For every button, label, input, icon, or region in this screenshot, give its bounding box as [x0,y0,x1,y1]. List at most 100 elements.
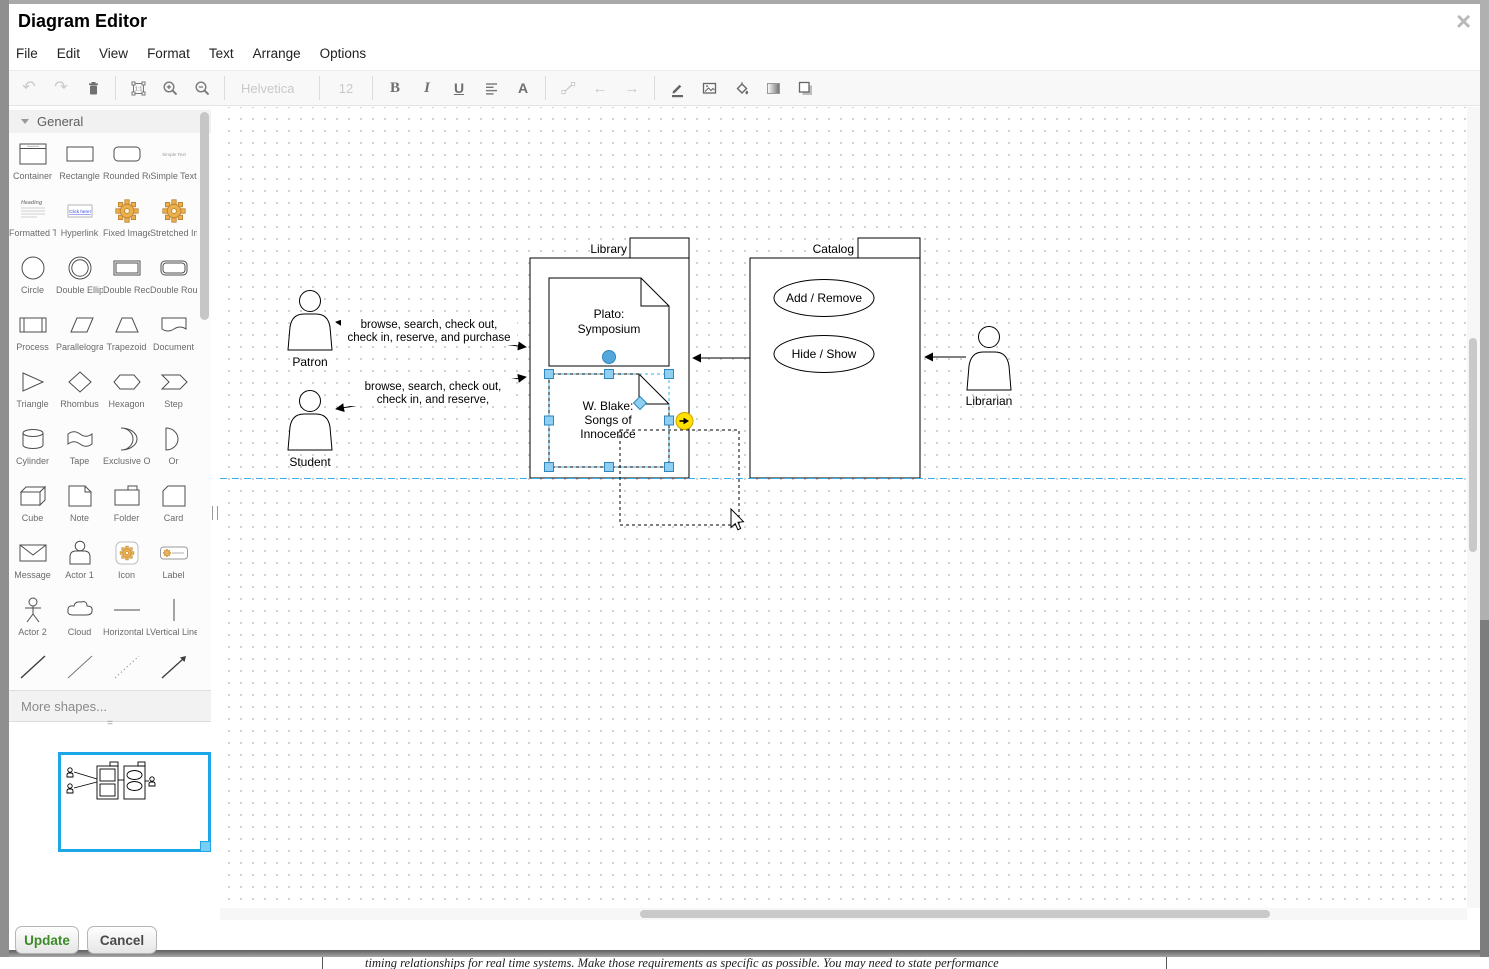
shape-fixed-image[interactable]: Fixed Image [103,190,150,247]
menu-format[interactable]: Format [147,46,190,61]
font-family-select[interactable]: Helvetica [237,77,307,99]
menu-file[interactable]: File [16,46,38,61]
shape-card[interactable]: Card [150,475,197,532]
gradient-button[interactable] [763,77,783,99]
connection-button[interactable] [558,77,578,99]
actor-patron[interactable]: Patron [288,291,332,370]
menu-text[interactable]: Text [209,46,234,61]
shape-label[interactable]: Label [150,532,197,589]
shape-formatted-text[interactable]: HeadingFormatted Text [9,190,56,247]
shape-circle[interactable]: Circle [9,247,56,304]
font-size-select[interactable]: 12 [332,77,360,99]
line-color-button[interactable] [667,77,687,99]
shape-cube[interactable]: Cube [9,475,56,532]
fill-color-button[interactable] [731,77,751,99]
outline-viewport[interactable] [60,754,210,851]
shape-tape[interactable]: Tape [56,418,103,475]
canvas-vscrollbar-thumb[interactable] [1469,338,1477,552]
shape-rhombus[interactable]: Rhombus [56,361,103,418]
canvas-hscrollbar-thumb[interactable] [640,910,1270,918]
shadow-button[interactable] [795,77,815,99]
shape-label: Double Ellipse [56,285,103,295]
section-header-general[interactable]: General [9,110,211,133]
shape-rectangle[interactable]: Rectangle [56,133,103,190]
shape-message[interactable]: Message [9,532,56,589]
shape-note[interactable]: Note [56,475,103,532]
shape-label: Rhombus [56,399,103,409]
trapezoid-icon [103,310,150,340]
connection-point-dot[interactable] [603,351,616,364]
edge-student-label[interactable]: browse, search, check out, check in, and… [350,379,516,406]
fit-page-button[interactable]: 1:1 [128,77,148,99]
zoom-in-button[interactable] [160,77,180,99]
shape-stretched-image[interactable]: Stretched Image [150,190,197,247]
shape-process[interactable]: Process [9,304,56,361]
cube-icon [9,481,56,511]
underline-button[interactable]: U [449,77,469,99]
shape-rounded-rectangle[interactable]: Rounded Rectangle [103,133,150,190]
directional-arrow-button[interactable] [676,413,693,430]
shape-icon[interactable]: Icon [103,532,150,589]
shape-horizontal-line[interactable]: Horizontal Line [103,589,150,646]
menu-view[interactable]: View [99,46,128,61]
cancel-button[interactable]: Cancel [87,926,157,954]
menu-edit[interactable]: Edit [57,46,80,61]
shape-arrow-line[interactable] [150,646,197,690]
delete-button[interactable] [83,77,103,99]
usecase-add-remove[interactable]: Add / Remove [774,280,874,317]
message-icon [9,538,56,568]
bold-button[interactable]: B [385,77,405,99]
shape-exclusive-or[interactable]: Exclusive Or [103,418,150,475]
actor-student[interactable]: Student [288,391,332,470]
svg-text:check in, and reserve,: check in, and reserve, [377,394,490,406]
shape-folder[interactable]: Folder [103,475,150,532]
outline-resize-handle[interactable] [201,842,211,852]
shape-triangle[interactable]: Triangle [9,361,56,418]
shape-or[interactable]: Or [150,418,197,475]
note-plato-symposium[interactable]: Plato: Symposium [549,278,669,366]
hyperlink-icon: Click here! [56,196,103,226]
shape-simple-text[interactable]: Simple TextSimple Text [150,133,197,190]
redo-button[interactable]: ↷ [51,77,71,99]
menu-arrange[interactable]: Arrange [253,46,301,61]
sidebar-scrollbar-thumb[interactable] [200,112,209,320]
font-color-button[interactable]: A [513,77,533,99]
shape-line-dotted[interactable] [103,646,150,690]
actor-patron-label: Patron [292,355,327,369]
shape-step[interactable]: Step [150,361,197,418]
shape-vertical-line[interactable]: Vertical Line [150,589,197,646]
edge-patron-label[interactable]: browse, search, check out, check in, res… [341,317,517,345]
note-icon [56,481,103,511]
shape-cloud[interactable]: Cloud [56,589,103,646]
shape-container[interactable]: Container [9,133,56,190]
update-button[interactable]: Update [15,926,79,954]
italic-button[interactable]: I [417,77,437,99]
shape-double-rectangle[interactable]: Double Rectangle [103,247,150,304]
align-button[interactable] [481,77,501,99]
shape-hyperlink[interactable]: Click here!Hyperlink [56,190,103,247]
shape-double-ellipse[interactable]: Double Ellipse [56,247,103,304]
menu-options[interactable]: Options [320,46,367,61]
shape-double-rounded[interactable]: Double Rounded [150,247,197,304]
note-w-blake[interactable]: W. Blake: Songs of Innocence [549,374,669,467]
undo-button[interactable]: ↶ [19,77,39,99]
shape-line[interactable] [9,646,56,690]
shape-actor-1[interactable]: Actor 1 [56,532,103,589]
shape-trapezoid[interactable]: Trapezoid [103,304,150,361]
zoom-out-button[interactable] [192,77,212,99]
arrow-right-button[interactable]: → [622,77,642,99]
image-button[interactable] [699,77,719,99]
shape-cylinder[interactable]: Cylinder [9,418,56,475]
usecase-hide-show[interactable]: Hide / Show [774,336,874,373]
shape-line-thin[interactable] [56,646,103,690]
close-icon[interactable]: × [1456,6,1471,37]
shape-document[interactable]: Document [150,304,197,361]
arrow-left-button[interactable]: ← [590,77,610,99]
or-icon [150,424,197,454]
shape-hexagon[interactable]: Hexagon [103,361,150,418]
shape-parallelogram[interactable]: Parallelogram [56,304,103,361]
shape-actor-2[interactable]: Actor 2 [9,589,56,646]
actor-2-icon [9,595,56,625]
sidebar-splitter-handle[interactable] [212,506,218,520]
actor-librarian[interactable]: Librarian [966,327,1013,409]
